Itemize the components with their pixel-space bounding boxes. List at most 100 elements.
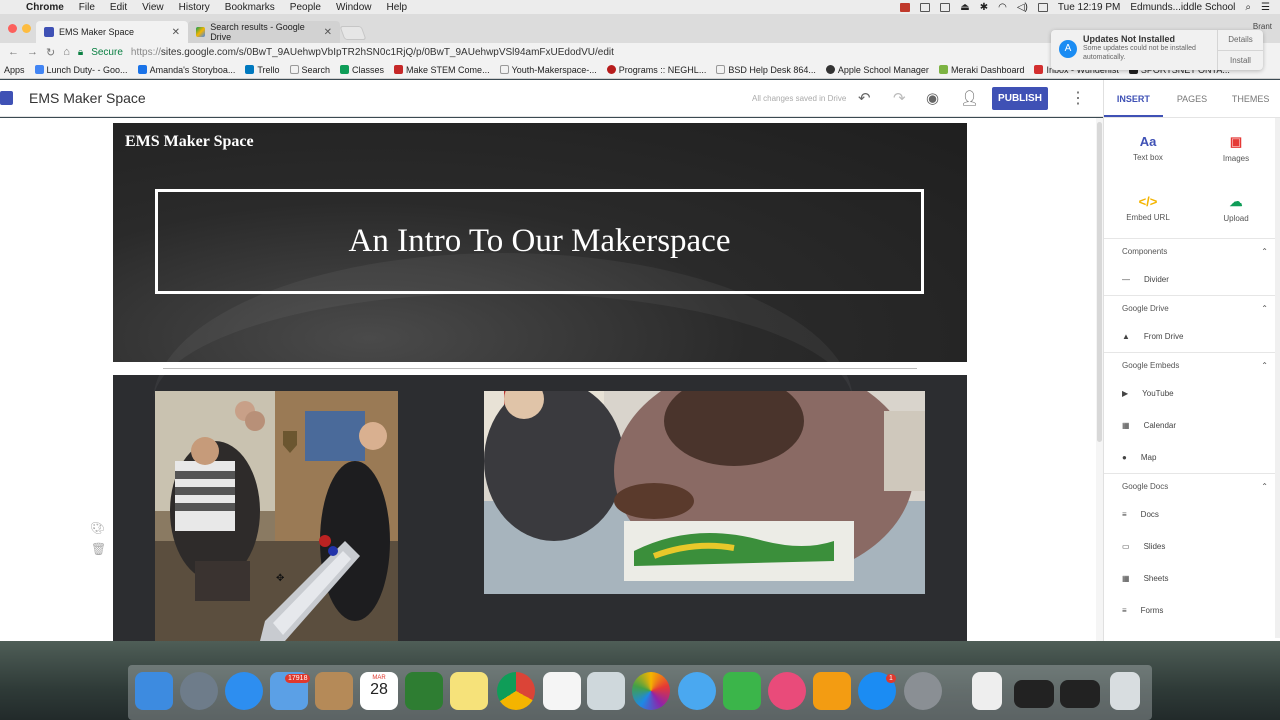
tab-insert[interactable]: INSERT xyxy=(1104,80,1163,117)
bookmark-item[interactable]: Programs :: NEGHL... xyxy=(606,65,706,75)
bookmark-item[interactable]: Search xyxy=(289,65,330,75)
insert-docs-item[interactable]: ≡ Docs xyxy=(1104,498,1280,530)
menu-help[interactable]: Help xyxy=(387,2,408,13)
insert-from-drive-item[interactable]: ▲ From Drive xyxy=(1104,320,1280,352)
window-thumbnail-2-icon[interactable] xyxy=(1060,680,1100,708)
divider-section[interactable] xyxy=(113,362,967,375)
tab-pages[interactable]: PAGES xyxy=(1163,80,1222,117)
collapse-chevron-icon[interactable]: ⌃ xyxy=(1261,304,1268,313)
page-title[interactable]: An Intro To Our Makerspace xyxy=(349,223,731,260)
back-icon[interactable]: ← xyxy=(8,46,19,58)
page-title-box[interactable]: An Intro To Our Makerspace xyxy=(155,189,924,294)
notification-center-icon[interactable]: ☰ xyxy=(1261,2,1270,13)
insert-youtube-item[interactable]: ▶ YouTube xyxy=(1104,377,1280,409)
collapse-chevron-icon[interactable]: ⌃ xyxy=(1261,482,1268,491)
close-window-icon[interactable] xyxy=(8,24,17,33)
spotlight-icon[interactable]: ⌕ xyxy=(1245,2,1251,13)
display-icon[interactable] xyxy=(940,2,951,12)
url-field[interactable]: https://sites.google.com/s/0BwT_9AUehwpV… xyxy=(131,47,614,58)
menu-view[interactable]: View xyxy=(142,2,164,13)
facetime-icon[interactable] xyxy=(723,672,761,710)
menu-file[interactable]: File xyxy=(79,2,95,13)
reload-icon[interactable]: ↻ xyxy=(46,46,55,59)
menu-app-chrome[interactable]: Chrome xyxy=(26,2,64,13)
reminders-icon[interactable] xyxy=(543,672,581,710)
sites-logo-icon[interactable] xyxy=(0,91,13,105)
share-add-person-icon[interactable]: 👤︎ xyxy=(960,89,979,107)
delete-section-icon[interactable]: 🗑︎ xyxy=(91,542,106,556)
itunes-icon[interactable] xyxy=(768,672,806,710)
ibooks-icon[interactable] xyxy=(813,672,851,710)
bookmark-item[interactable]: Meraki Dashboard xyxy=(938,65,1024,75)
makerspace-photo-1[interactable] xyxy=(155,391,398,641)
tab-themes[interactable]: THEMES xyxy=(1221,80,1280,117)
insert-calendar-item[interactable]: ▦ Calendar xyxy=(1104,409,1280,441)
menu-history[interactable]: History xyxy=(179,2,210,13)
insert-divider-item[interactable]: — Divider xyxy=(1104,263,1280,295)
section-header[interactable]: Google Embeds ⌃ xyxy=(1104,353,1280,377)
messages-icon[interactable] xyxy=(678,672,716,710)
status-app-icon[interactable] xyxy=(900,2,911,12)
menu-people[interactable]: People xyxy=(290,2,321,13)
bookmark-item[interactable]: Classes xyxy=(340,65,384,75)
bookmark-item[interactable]: Youth-Makerspace-... xyxy=(499,65,597,75)
window-thumbnail-1-icon[interactable] xyxy=(1014,680,1054,708)
collapse-chevron-icon[interactable]: ⌃ xyxy=(1261,361,1268,370)
home-icon[interactable]: ⌂ xyxy=(63,46,70,58)
collapse-chevron-icon[interactable]: ⌃ xyxy=(1261,247,1268,256)
trash-icon[interactable] xyxy=(1110,672,1140,710)
bookmark-item[interactable]: Lunch Duty- - Goo... xyxy=(34,65,128,75)
calendar-icon[interactable]: MAR 28 xyxy=(360,672,398,710)
insert-embed-url-button[interactable]: </> Embed URL xyxy=(1104,178,1192,238)
bookmark-apps[interactable]: Apps xyxy=(4,65,25,75)
more-options-icon[interactable]: ⋮ xyxy=(1070,88,1086,108)
insert-text-box-button[interactable]: Aa Text box xyxy=(1104,118,1192,178)
header-banner[interactable]: EMS Maker Space An Intro To Our Makerspa… xyxy=(113,123,967,362)
system-preferences-icon[interactable] xyxy=(904,672,942,710)
panel-scrollbar[interactable] xyxy=(1275,118,1280,638)
camtasia-icon[interactable] xyxy=(405,672,443,710)
palette-icon[interactable]: 🎨︎ xyxy=(90,521,105,535)
bookmark-item[interactable]: Trello xyxy=(245,65,280,75)
tab-drive-search[interactable]: Search results - Google Drive ✕ xyxy=(188,21,340,43)
battery-icon[interactable] xyxy=(1037,2,1048,12)
menu-bookmarks[interactable]: Bookmarks xyxy=(225,2,275,13)
contacts-icon[interactable] xyxy=(315,672,353,710)
publish-button[interactable]: PUBLISH xyxy=(992,87,1048,110)
minimize-window-icon[interactable] xyxy=(22,24,31,33)
close-tab-icon[interactable]: ✕ xyxy=(172,27,180,38)
tab-ems-maker-space[interactable]: EMS Maker Space ✕ xyxy=(36,21,188,43)
bookmark-item[interactable]: Make STEM Come... xyxy=(394,65,490,75)
install-button[interactable]: Install xyxy=(1218,51,1263,71)
insert-map-item[interactable]: ● Map xyxy=(1104,441,1280,473)
undo-icon[interactable]: ↶ xyxy=(858,89,871,107)
new-tab-button[interactable] xyxy=(339,26,367,40)
launchpad-icon[interactable] xyxy=(180,672,218,710)
photos-icon[interactable] xyxy=(632,672,670,710)
bookmark-item[interactable]: BSD Help Desk 864... xyxy=(716,65,816,75)
safari-icon[interactable] xyxy=(225,672,263,710)
finder-icon[interactable] xyxy=(135,672,173,710)
updates-notification[interactable]: A Updates Not Installed Some updates cou… xyxy=(1051,30,1263,70)
section-header[interactable]: Google Drive ⌃ xyxy=(1104,296,1280,320)
insert-slides-item[interactable]: ▭ Slides xyxy=(1104,530,1280,562)
menu-window[interactable]: Window xyxy=(336,2,372,13)
section-header[interactable]: Google Docs ⌃ xyxy=(1104,474,1280,498)
menubar-user[interactable]: Edmunds...iddle School xyxy=(1130,2,1235,13)
bookmark-item[interactable]: Apple School Manager xyxy=(825,65,929,75)
menu-edit[interactable]: Edit xyxy=(110,2,127,13)
lock-icon[interactable]: 🔒︎ xyxy=(78,47,83,58)
insert-sheets-item[interactable]: ▦ Sheets xyxy=(1104,562,1280,594)
insert-images-button[interactable]: ▣ Images xyxy=(1192,118,1280,178)
airplay-icon[interactable] xyxy=(920,2,931,12)
bookmark-item[interactable]: Amanda's Storyboa... xyxy=(137,65,235,75)
site-title[interactable]: EMS Maker Space xyxy=(29,90,146,106)
canvas-scrollbar-thumb[interactable] xyxy=(1097,122,1102,442)
insert-upload-button[interactable]: ☁ Upload xyxy=(1192,178,1280,238)
close-tab-icon[interactable]: ✕ xyxy=(324,27,332,38)
bluetooth-icon[interactable]: ✱ xyxy=(980,2,988,13)
forward-icon[interactable]: → xyxy=(27,46,38,58)
details-button[interactable]: Details xyxy=(1218,30,1263,51)
chrome-icon[interactable] xyxy=(497,672,535,710)
wifi-icon[interactable]: ◠ xyxy=(998,2,1007,13)
